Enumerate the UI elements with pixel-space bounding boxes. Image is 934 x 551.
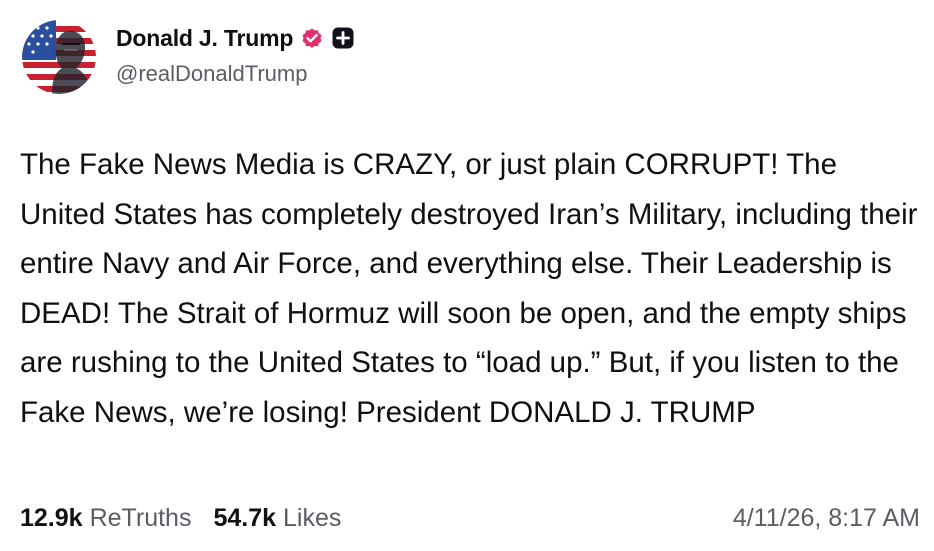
verified-badge-icon [300, 26, 324, 50]
name-row: Donald J. Trump [116, 23, 355, 53]
likes-label: Likes [283, 503, 342, 532]
post-header: Donald J. Trump @realDonaldTrump [22, 20, 355, 94]
author-handle[interactable]: @realDonaldTrump [116, 61, 355, 87]
avatar-image [22, 20, 96, 94]
likes-stat[interactable]: 54.7k Likes [213, 504, 341, 533]
author-identity: Donald J. Trump @realDonaldTrump [116, 23, 355, 87]
retruths-count: 12.9k [20, 503, 83, 532]
plus-badge-icon [331, 26, 355, 50]
avatar[interactable] [22, 20, 96, 94]
post-text: The Fake News Media is CRAZY, or just pl… [20, 148, 918, 429]
post-footer: 12.9k ReTruths 54.7k Likes 4/11/26, 8:17… [20, 500, 920, 536]
truth-post: Donald J. Trump @realDonaldTrump The Fak… [0, 0, 934, 551]
author-display-name[interactable]: Donald J. Trump [116, 25, 293, 52]
post-timestamp[interactable]: 4/11/26, 8:17 AM [733, 504, 920, 533]
likes-count: 54.7k [213, 503, 277, 532]
retruths-stat[interactable]: 12.9k ReTruths [20, 504, 191, 533]
retruths-label: ReTruths [89, 503, 192, 532]
